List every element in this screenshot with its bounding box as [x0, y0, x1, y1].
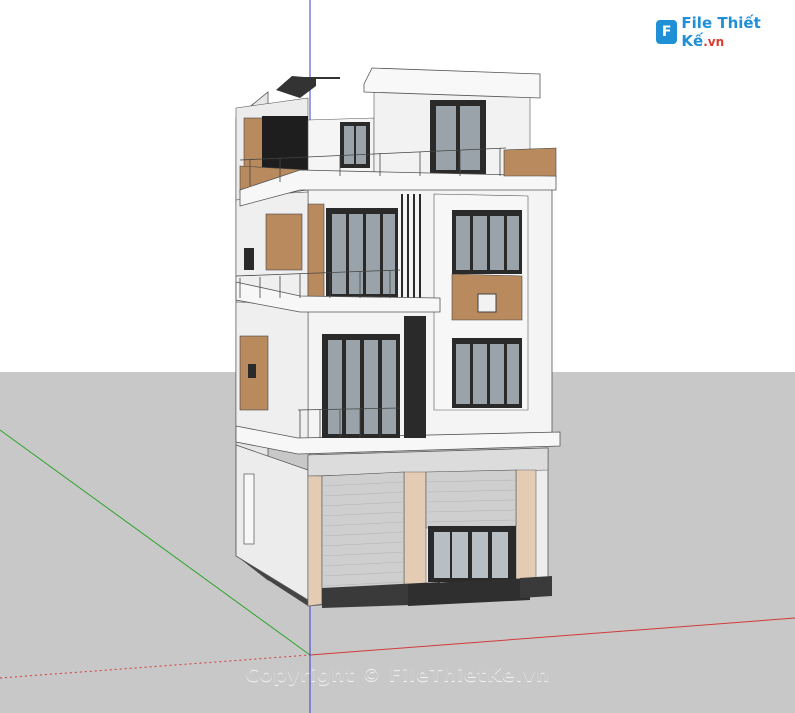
window-3f-left	[326, 208, 398, 298]
rolling-shutter-left	[321, 471, 405, 605]
entrance-door	[428, 526, 516, 582]
sketchup-viewport[interactable]: F File Thiết Kế.vn Copyright © FileThiet…	[0, 0, 795, 713]
stone-pillar	[403, 471, 427, 599]
planter	[520, 576, 552, 598]
logo-mark-icon: F	[656, 20, 678, 44]
logo-ext: .vn	[703, 35, 725, 49]
stone-pillar	[515, 469, 537, 587]
window-4f	[430, 100, 486, 174]
building-model-render	[0, 0, 795, 713]
wood-panel	[265, 213, 303, 271]
rolling-shutter-right	[425, 469, 517, 529]
stone-pillar	[307, 475, 323, 607]
planter-box	[503, 147, 557, 177]
window-3f-right	[452, 210, 522, 274]
copyright-watermark: Copyright © FileThietKe.vn	[245, 664, 550, 686]
side-door	[243, 473, 255, 545]
brand-logo: F File Thiết Kế.vn	[656, 14, 795, 50]
window-2f-left	[322, 334, 400, 438]
decor-strip	[404, 316, 426, 438]
window-2f-right	[452, 338, 522, 408]
